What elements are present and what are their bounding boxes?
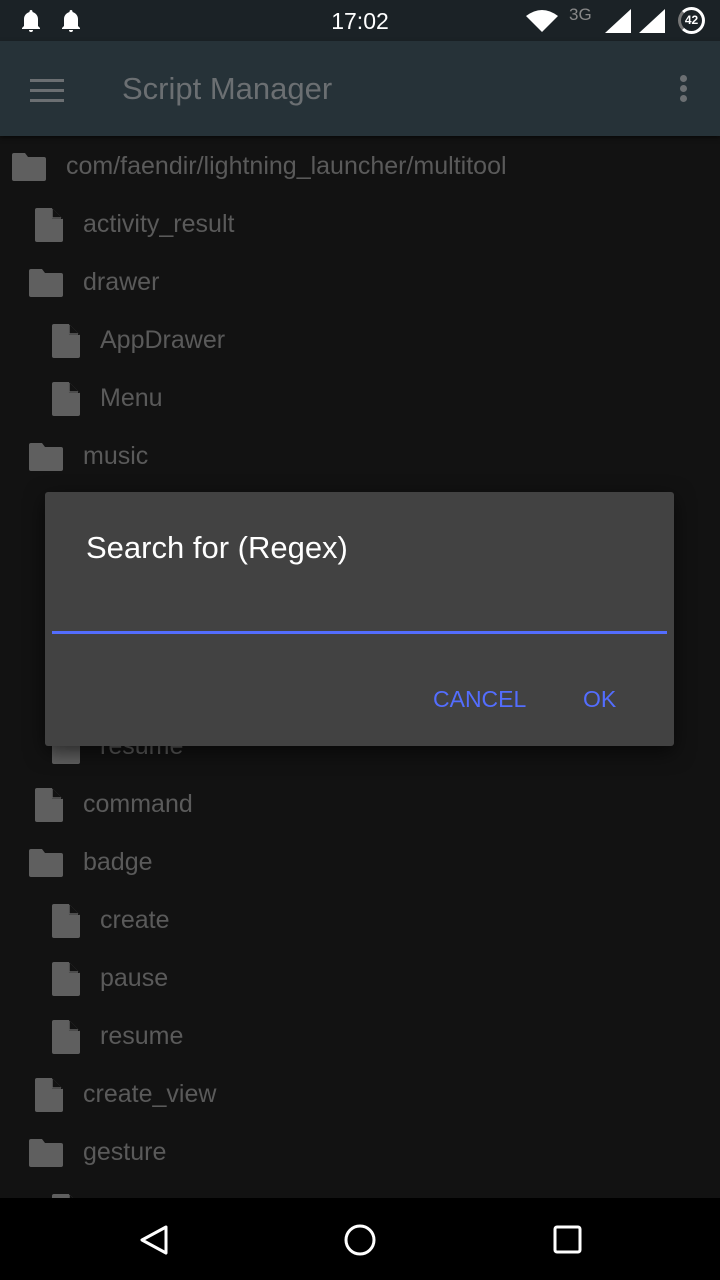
file-icon — [52, 1020, 80, 1054]
ok-button[interactable]: OK — [583, 686, 616, 713]
recents-icon[interactable] — [553, 1225, 583, 1255]
file-item[interactable]: create — [0, 891, 720, 949]
file-item[interactable]: Menu — [0, 369, 720, 427]
file-icon — [35, 208, 63, 242]
file-item[interactable]: command — [0, 775, 720, 833]
item-label: Menu — [100, 384, 163, 412]
folder-icon — [29, 1139, 63, 1167]
wifi-icon — [526, 10, 558, 32]
item-label: pause — [100, 964, 169, 992]
item-label: gesture — [83, 1138, 167, 1166]
file-icon — [52, 324, 80, 358]
item-label: com/faendir/lightning_launcher/multitool — [66, 152, 507, 180]
folder-item[interactable]: gesture — [0, 1123, 720, 1181]
signal-icon — [605, 9, 631, 33]
folder-item[interactable]: drawer — [0, 253, 720, 311]
item-label: activity_result — [83, 210, 235, 238]
file-icon — [35, 788, 63, 822]
file-icon — [35, 1078, 63, 1112]
file-item[interactable]: activity_result — [0, 195, 720, 253]
dialog-title: Search for (Regex) — [86, 530, 348, 565]
item-label: AppDrawer — [100, 326, 226, 354]
network-type: 3G — [569, 5, 592, 24]
back-icon[interactable] — [139, 1224, 169, 1256]
folder-item[interactable]: music — [0, 427, 720, 485]
page-title: Script Manager — [122, 71, 333, 106]
folder-icon — [29, 849, 63, 877]
folder-icon — [12, 153, 46, 181]
battery-icon: 42 — [678, 7, 705, 34]
file-icon — [52, 962, 80, 996]
folder-item[interactable]: badge — [0, 833, 720, 891]
home-icon[interactable] — [343, 1223, 377, 1257]
file-item[interactable]: pause — [0, 949, 720, 1007]
file-icon — [52, 382, 80, 416]
item-label: create — [100, 906, 170, 934]
folder-icon — [29, 443, 63, 471]
file-item[interactable]: resume — [0, 1007, 720, 1065]
item-label: create_view — [83, 1080, 217, 1108]
item-label: music — [83, 442, 149, 470]
more-vert-icon[interactable] — [676, 75, 690, 105]
file-item[interactable] — [0, 1181, 720, 1198]
file-icon — [52, 904, 80, 938]
item-label: resume — [100, 1022, 184, 1050]
file-item[interactable]: create_view — [0, 1065, 720, 1123]
item-label: command — [83, 790, 193, 818]
item-label: badge — [83, 848, 153, 876]
file-item[interactable]: AppDrawer — [0, 311, 720, 369]
folder-item[interactable]: com/faendir/lightning_launcher/multitool — [0, 137, 720, 195]
hamburger-icon[interactable] — [30, 79, 64, 102]
regex-search-input[interactable] — [52, 582, 667, 634]
folder-icon — [29, 269, 63, 297]
signal-icon — [639, 9, 665, 33]
status-bar: 17:02 3G 42 — [0, 0, 720, 41]
item-label: drawer — [83, 268, 160, 296]
app-bar: Script Manager — [0, 41, 720, 136]
cancel-button[interactable]: CANCEL — [433, 686, 526, 713]
navigation-bar — [0, 1198, 720, 1280]
search-dialog: Search for (Regex) CANCEL OK — [45, 492, 674, 746]
battery-level: 42 — [684, 13, 699, 27]
